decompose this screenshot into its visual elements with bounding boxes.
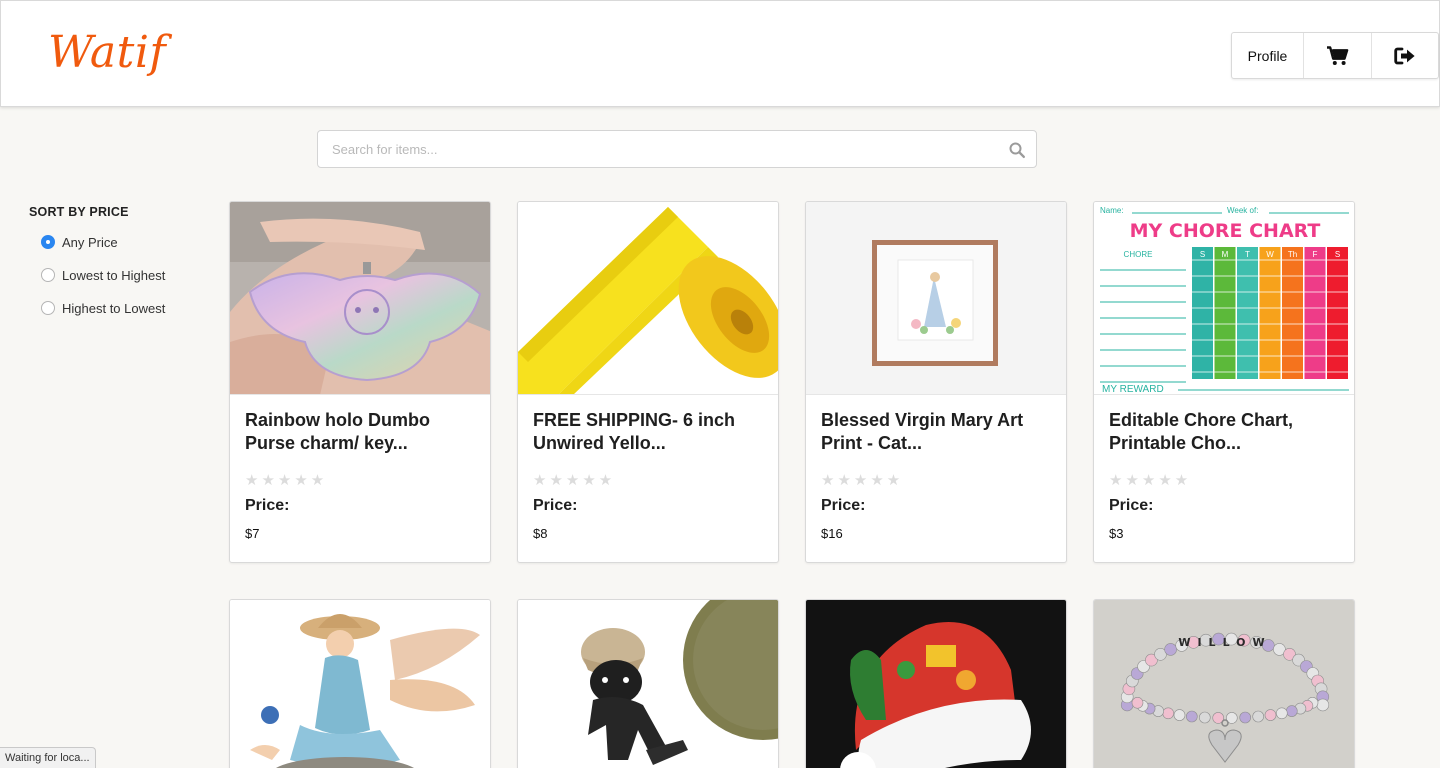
sort-option-label: Any Price bbox=[62, 234, 118, 250]
product-image[interactable] bbox=[518, 202, 778, 395]
search-bar bbox=[317, 130, 1037, 168]
svg-text:Th: Th bbox=[1288, 250, 1297, 259]
sort-option-highest-to-lowest[interactable]: Highest to Lowest bbox=[29, 298, 209, 318]
price-label: Price: bbox=[821, 497, 866, 514]
rating-stars: ★★★★★ bbox=[821, 472, 904, 489]
product-card[interactable]: FREE SHIPPING- 6 inch Unwired Yello... ★… bbox=[517, 201, 779, 563]
radio-button[interactable] bbox=[41, 235, 55, 249]
rating-stars: ★★★★★ bbox=[1109, 472, 1192, 489]
product-card[interactable]: Blessed Virgin Mary Art Print - Cat... ★… bbox=[805, 201, 1067, 563]
svg-text:S: S bbox=[1335, 250, 1340, 259]
product-price: $8 bbox=[533, 526, 548, 541]
product-card[interactable] bbox=[805, 599, 1067, 768]
search-input[interactable] bbox=[318, 131, 998, 167]
svg-text:MY REWARD: MY REWARD bbox=[1102, 384, 1164, 395]
svg-text:WILLOW: WILLOW bbox=[1178, 636, 1271, 649]
product-price: $16 bbox=[821, 526, 843, 541]
price-label: Price: bbox=[245, 497, 290, 514]
product-price: $3 bbox=[1109, 526, 1124, 541]
radio-button[interactable] bbox=[41, 268, 55, 282]
search-icon[interactable] bbox=[1008, 141, 1026, 159]
svg-text:MY CHORE CHART: MY CHORE CHART bbox=[1130, 220, 1321, 242]
product-card[interactable] bbox=[229, 599, 491, 768]
sort-option-label: Lowest to Highest bbox=[62, 267, 166, 283]
product-image[interactable] bbox=[230, 202, 490, 395]
product-image[interactable] bbox=[806, 202, 1066, 395]
product-image[interactable] bbox=[518, 600, 778, 768]
product-image[interactable] bbox=[806, 600, 1066, 768]
sort-title: SORT BY PRICE bbox=[29, 205, 129, 219]
header-nav: Profile bbox=[1231, 32, 1439, 79]
svg-text:S: S bbox=[1200, 250, 1205, 259]
radio-button[interactable] bbox=[41, 301, 55, 315]
product-price: $7 bbox=[245, 526, 260, 541]
product-card[interactable]: Name: Week of: MY CHORE CHART CHORE S M T W… bbox=[1093, 201, 1355, 563]
svg-text:Name:: Name: bbox=[1100, 206, 1124, 215]
svg-text:F: F bbox=[1313, 250, 1318, 259]
svg-text:W: W bbox=[1266, 250, 1274, 259]
site-header: Watif Profile bbox=[0, 0, 1440, 107]
product-card[interactable]: WILLOW bbox=[1093, 599, 1355, 768]
product-card[interactable]: Rainbow holo Dumbo Purse charm/ key... ★… bbox=[229, 201, 491, 563]
svg-text:Week of:: Week of: bbox=[1227, 206, 1258, 215]
product-image[interactable] bbox=[230, 600, 490, 768]
sort-sidebar: SORT BY PRICE Any Price Lowest to Highes… bbox=[29, 205, 209, 318]
sign-out-icon bbox=[1394, 47, 1415, 64]
product-title[interactable]: Blessed Virgin Mary Art Print - Cat... bbox=[806, 395, 1066, 457]
product-title[interactable]: Rainbow holo Dumbo Purse charm/ key... bbox=[230, 395, 490, 457]
price-label: Price: bbox=[1109, 497, 1154, 514]
profile-button[interactable]: Profile bbox=[1232, 33, 1304, 78]
browser-status-bar: Waiting for loca... bbox=[0, 747, 96, 768]
rating-stars: ★★★★★ bbox=[245, 472, 328, 489]
sort-option-any-price[interactable]: Any Price bbox=[29, 232, 209, 252]
rating-stars: ★★★★★ bbox=[533, 472, 616, 489]
product-title[interactable]: FREE SHIPPING- 6 inch Unwired Yello... bbox=[518, 395, 778, 457]
svg-text:CHORE: CHORE bbox=[1124, 250, 1153, 259]
product-image[interactable]: Name: Week of: MY CHORE CHART CHORE S M T W… bbox=[1094, 202, 1354, 395]
logo[interactable]: Watif bbox=[48, 27, 166, 78]
product-title[interactable]: Editable Chore Chart, Printable Cho... bbox=[1094, 395, 1354, 457]
sort-option-label: Highest to Lowest bbox=[62, 300, 166, 316]
svg-text:M: M bbox=[1222, 250, 1229, 259]
price-label: Price: bbox=[533, 497, 578, 514]
cart-button[interactable] bbox=[1304, 33, 1372, 78]
sort-option-lowest-to-highest[interactable]: Lowest to Highest bbox=[29, 265, 209, 285]
cart-icon bbox=[1326, 45, 1348, 65]
logout-button[interactable] bbox=[1372, 33, 1438, 78]
product-card[interactable] bbox=[517, 599, 779, 768]
product-image[interactable]: WILLOW bbox=[1094, 600, 1354, 768]
svg-text:T: T bbox=[1245, 250, 1250, 259]
